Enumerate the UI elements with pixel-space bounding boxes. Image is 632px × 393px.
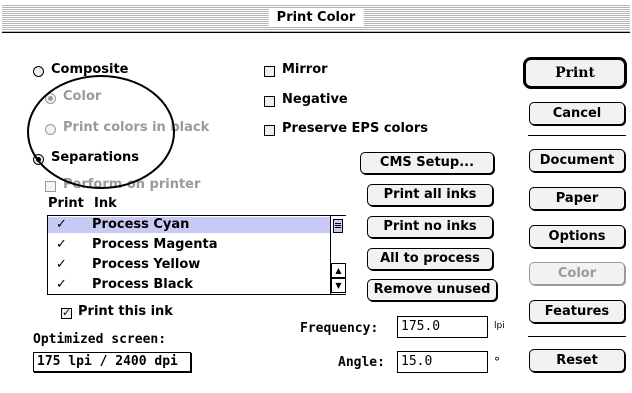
- check-icon: ✓: [56, 237, 67, 252]
- print-no-inks-button[interactable]: Print no inks: [367, 216, 493, 238]
- frequency-field[interactable]: 175.0: [397, 316, 488, 338]
- color-button: Color: [529, 262, 625, 285]
- ink-list-header-ink: Ink: [94, 196, 117, 211]
- ink-name: Process Black: [92, 277, 193, 292]
- reset-button[interactable]: Reset: [529, 349, 625, 372]
- window-title: Print Color: [268, 9, 364, 26]
- check-icon: ✓: [56, 277, 67, 292]
- scroll-thumb[interactable]: [333, 219, 343, 233]
- all-to-process-button[interactable]: All to process: [367, 248, 493, 270]
- ink-list-header-print: Print: [48, 196, 84, 211]
- options-button[interactable]: Options: [529, 225, 625, 248]
- scroll-down-arrow-icon[interactable]: ▼: [331, 278, 346, 293]
- ink-list-scrollbar[interactable]: ▲ ▼: [330, 216, 346, 294]
- check-icon: ✓: [56, 257, 67, 272]
- list-item[interactable]: ✓ Process Yellow: [48, 257, 330, 273]
- divider: [528, 135, 626, 136]
- frequency-unit: lpi: [494, 321, 505, 331]
- check-icon: ✓: [56, 217, 67, 232]
- preserve-eps-label[interactable]: Preserve EPS colors: [282, 121, 428, 136]
- ink-list[interactable]: ✓ Process Cyan ✓ Process Magenta ✓ Proce…: [47, 215, 346, 295]
- angle-unit: °: [494, 355, 500, 369]
- preserve-eps-checkbox[interactable]: [264, 125, 275, 136]
- mirror-label[interactable]: Mirror: [282, 62, 328, 77]
- print-button[interactable]: Print: [523, 57, 627, 89]
- ink-name: Process Magenta: [92, 237, 218, 252]
- features-button[interactable]: Features: [529, 300, 625, 323]
- negative-checkbox[interactable]: [264, 96, 275, 107]
- paper-button[interactable]: Paper: [529, 187, 625, 210]
- print-all-inks-button[interactable]: Print all inks: [367, 184, 493, 206]
- mirror-checkbox[interactable]: [264, 66, 275, 77]
- title-bar[interactable]: Print Color: [2, 4, 630, 33]
- print-this-ink-checkbox[interactable]: ✓: [61, 306, 72, 319]
- negative-label[interactable]: Negative: [282, 92, 348, 107]
- angle-field[interactable]: 15.0: [397, 351, 488, 373]
- optimized-screen-dropdown[interactable]: 175 lpi / 2400 dpi: [33, 352, 191, 372]
- cms-setup-button[interactable]: CMS Setup...: [360, 152, 494, 174]
- list-item[interactable]: ✓ Process Black: [48, 277, 330, 293]
- annotation-ellipse: [27, 75, 175, 189]
- document-button[interactable]: Document: [529, 149, 625, 172]
- optimized-screen-label: Optimized screen:: [33, 332, 167, 347]
- divider: [528, 336, 626, 337]
- list-item[interactable]: ✓ Process Magenta: [48, 237, 330, 253]
- cancel-button[interactable]: Cancel: [529, 102, 625, 125]
- angle-label: Angle:: [338, 355, 385, 370]
- ink-name: Process Yellow: [92, 257, 201, 272]
- remove-unused-button[interactable]: Remove unused: [367, 279, 497, 301]
- list-item[interactable]: ✓ Process Cyan: [48, 217, 330, 233]
- print-this-ink-label[interactable]: Print this ink: [78, 304, 173, 319]
- frequency-label: Frequency:: [300, 321, 379, 336]
- ink-name: Process Cyan: [92, 217, 190, 232]
- scroll-up-arrow-icon[interactable]: ▲: [331, 263, 346, 278]
